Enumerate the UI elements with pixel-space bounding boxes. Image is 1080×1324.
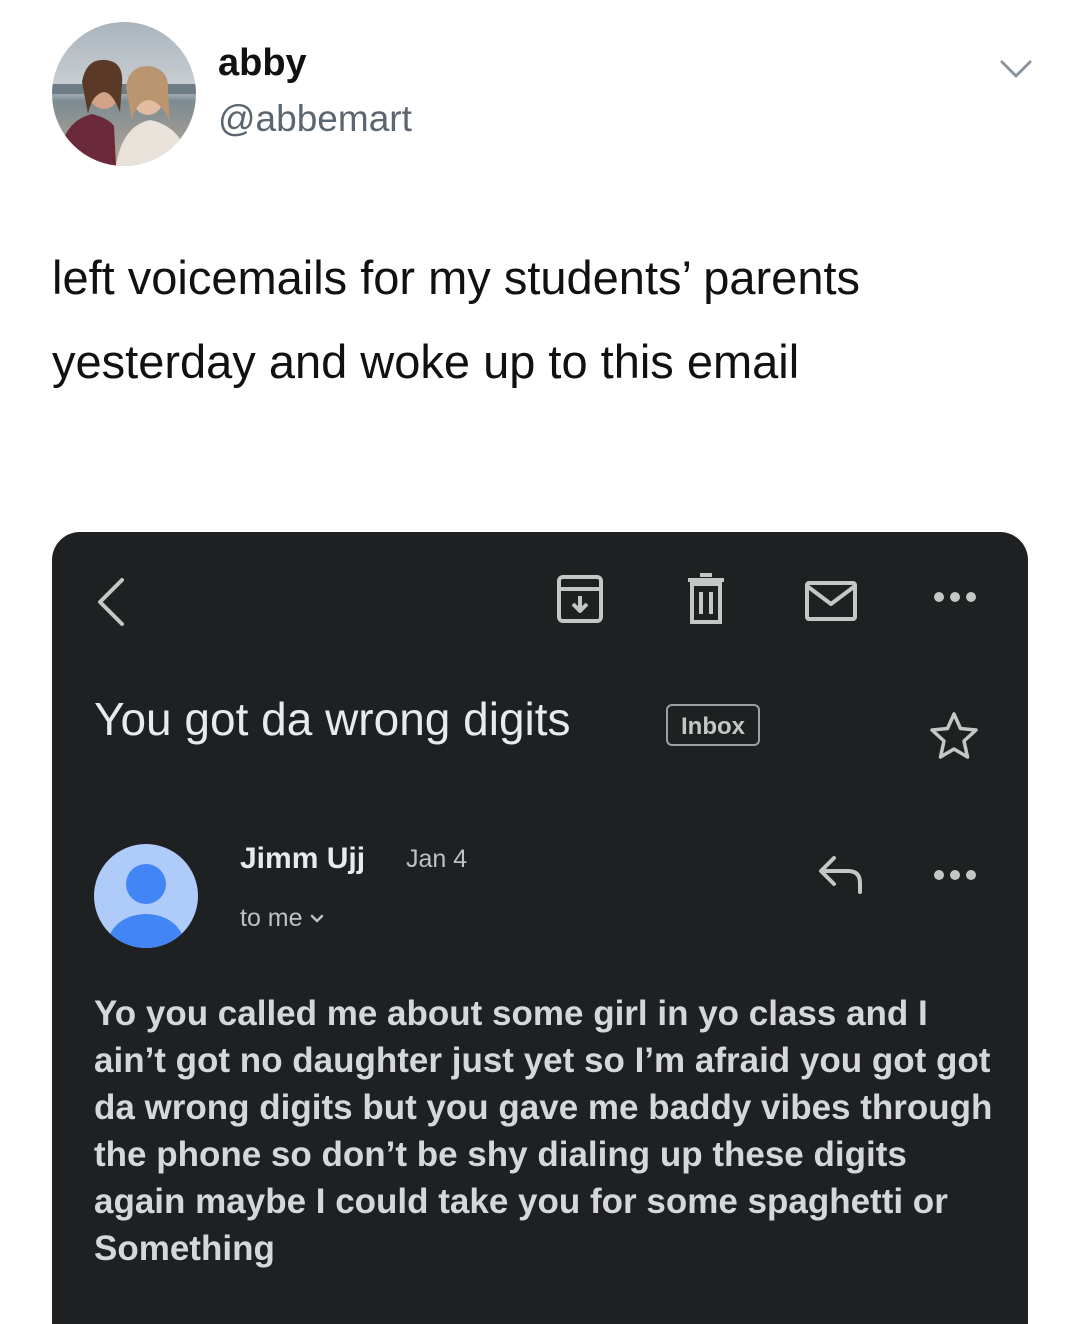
email-subject: You got da wrong digits [94,693,571,745]
email-date: Jan 4 [406,845,468,873]
trash-icon[interactable] [686,572,726,626]
user-handle[interactable]: @abbemart [218,98,412,140]
profile-photo [52,22,196,166]
more-horiz-icon[interactable] [932,590,978,604]
tweet-text: left voicemails for my students’ parents… [52,251,861,388]
display-name[interactable]: abby [218,42,307,85]
mail-icon[interactable] [804,580,858,622]
reply-icon[interactable] [816,852,866,896]
person-icon [108,864,184,948]
back-arrow-icon[interactable] [90,574,130,630]
email-body: Yo you called me about some girl in yo c… [94,994,993,1268]
recipient-label: to me [240,904,303,932]
tweet-screenshot: abby @abbemart left voicemails for my st… [0,0,1080,1324]
sender-avatar[interactable] [94,844,198,948]
profile-avatar[interactable] [52,22,196,166]
star-icon[interactable] [928,710,980,762]
archive-icon[interactable] [556,574,604,624]
email-screenshot: You got da wrong digits Inbox Jimm Ujj J… [52,532,1028,1324]
chevron-down-icon [310,915,323,923]
chevron-down-icon[interactable] [996,54,1036,82]
label-badge[interactable]: Inbox [666,704,760,746]
sender-name: Jimm Ujj [240,842,366,875]
more-horiz-icon[interactable] [932,868,978,882]
recipient-details-toggle[interactable]: to me [240,904,325,933]
